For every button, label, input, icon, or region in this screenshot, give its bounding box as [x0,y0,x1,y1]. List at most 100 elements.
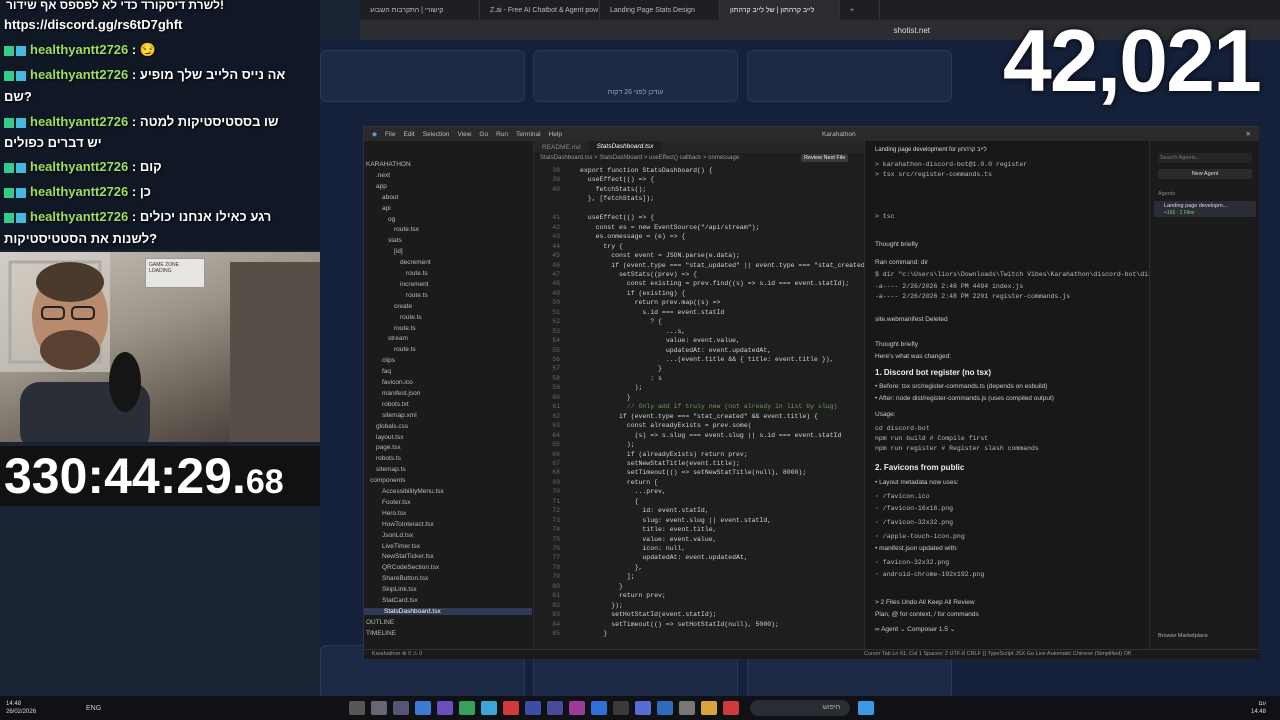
app-icon[interactable] [635,701,652,715]
new-tab-button[interactable]: + [840,0,880,20]
explorer-item[interactable]: page.tsx [376,444,401,451]
explorer-item[interactable]: route.ts [394,325,416,332]
code-line[interactable]: 50 return prev.map((s) => [544,299,720,306]
app-icon[interactable] [679,701,696,715]
menu-help[interactable]: Help [549,131,562,138]
code-line[interactable]: 71 { [544,498,638,505]
code-line[interactable]: 59 ); [544,384,642,391]
code-line[interactable]: 57 } [544,365,662,372]
explorer-item[interactable]: create [394,303,412,310]
code-line[interactable]: 66 if (alreadyExists) return prev; [544,451,748,458]
explorer-item[interactable]: manifest.json [382,390,420,397]
folder-icon[interactable] [701,701,718,715]
code-line[interactable] [544,205,580,212]
code-line[interactable]: 84 setTimeout(() => setHotStatId(null), … [544,621,779,628]
chrome-icon[interactable] [503,701,520,715]
code-line[interactable]: 48 const existing = prev.find((s) => s.i… [544,280,849,287]
language-indicator[interactable]: ENG [86,705,101,712]
code-line[interactable]: 70 ...prev, [544,488,666,495]
explorer-item[interactable]: .next [376,172,390,179]
code-line[interactable]: 63 const alreadyExists = prev.some( [544,422,751,429]
explorer-item[interactable]: faq [382,368,391,375]
code-line[interactable]: 83 setHotStatId(event.statId); [544,611,716,618]
explorer-item[interactable]: route.tsx [394,226,419,233]
app-icon[interactable] [723,701,740,715]
code-line[interactable]: 49 if (existing) { [544,290,685,297]
code-line[interactable]: 64 (s) => s.slug === event.slug || s.id … [544,432,841,439]
explorer-item[interactable]: sitemap.ts [376,466,406,473]
explorer-item[interactable]: og [388,216,395,223]
explorer-item[interactable]: about [382,194,398,201]
code-line[interactable]: 58 : s [544,375,662,382]
code-line[interactable]: 62 if (event.type === "stat_created" && … [544,413,818,420]
new-agent-button[interactable]: New Agent [1158,169,1252,179]
explorer-item[interactable]: api [382,205,391,212]
app-icon[interactable] [525,701,542,715]
explorer-item[interactable]: decrement [400,259,431,266]
explorer-item[interactable]: globals.css [376,423,408,430]
agent-list-item[interactable]: Landing page developm... +165 · 2 Files [1154,201,1256,217]
code-line[interactable]: 69 return [ [544,479,658,486]
menu-selection[interactable]: Selection [423,131,450,138]
explorer-item[interactable]: StatsDashboard.tsx [364,607,532,615]
code-line[interactable]: 76 icon: null, [544,545,685,552]
explorer-item[interactable]: LiveTimer.tsx [382,543,420,550]
explorer-item[interactable]: clips [382,357,395,364]
code-line[interactable]: 61 // Only add if truly new (not already… [544,403,837,410]
browser-tab[interactable]: קישורי | התקרבות השבוע [360,0,480,20]
steam-icon[interactable] [657,701,674,715]
menu-go[interactable]: Go [479,131,488,138]
code-line[interactable]: 72 id: event.statId, [544,507,709,514]
agents-search-input[interactable]: Search Agents... [1158,153,1252,163]
code-line[interactable]: 41 useEffect(() => { [544,214,654,221]
explorer-item[interactable]: OUTLINE [366,619,394,626]
code-line[interactable]: }, [fetchStats]); [544,195,654,202]
explorer-item[interactable]: TIMELINE [366,630,396,637]
code-line[interactable]: 44 try { [544,243,623,250]
explorer-item[interactable]: app [376,183,387,190]
explorer-item[interactable]: JsonLd.tsx [382,532,413,539]
app-icon[interactable] [415,701,432,715]
explorer-item[interactable]: robots.ts [376,455,401,462]
explorer-item[interactable]: route.ts [400,314,422,321]
explorer-item[interactable]: Footer.tsx [382,499,411,506]
code-line[interactable]: 53 ...s, [544,328,685,335]
explorer-item[interactable]: favicon.ico [382,379,413,386]
editor-tab-active[interactable]: StatsDashboard.tsx [588,141,662,153]
explorer-item[interactable]: StatCard.tsx [382,597,418,604]
code-line[interactable]: 79 ]; [544,573,634,580]
explorer-item[interactable]: QRCodeSection.tsx [382,564,439,571]
code-line[interactable]: 77 updatedAt: event.updatedAt, [544,554,748,561]
app-icon[interactable] [349,701,366,715]
editor-tab[interactable]: README.md [534,144,589,151]
explorer-item[interactable]: Hero.tsx [382,510,406,517]
app-icon[interactable] [437,701,454,715]
code-line[interactable]: 54 value: event.value, [544,337,740,344]
app-icon[interactable] [547,701,564,715]
code-line[interactable]: 43 es.onmessage = (e) => { [544,233,685,240]
app-icon[interactable] [459,701,476,715]
browse-marketplace-link[interactable]: Browse Marketplace [1158,633,1208,639]
explorer-item[interactable]: HowToInteract.tsx [382,521,434,528]
code-line[interactable]: 39 useEffect(() => { [544,176,654,183]
code-line[interactable]: 68 setTimeout(() => setNewStatTitle(null… [544,469,806,476]
code-line[interactable]: 67 setNewStatTitle(event.title); [544,460,740,467]
code-line[interactable]: 45 const event = JSON.parse(e.data); [544,252,740,259]
explorer-item[interactable]: [id] [394,248,403,255]
code-line[interactable]: 42 const es = new EventSource("/api/stre… [544,224,759,231]
app-icon[interactable] [569,701,586,715]
code-line[interactable]: 81 return prev; [544,592,666,599]
code-line[interactable]: 80 } [544,583,623,590]
explorer-item[interactable]: ShareButton.tsx [382,575,428,582]
app-icon[interactable] [481,701,498,715]
code-line[interactable]: 51 s.id === event.statId [544,309,724,316]
close-icon[interactable]: ✕ [1246,130,1251,138]
menu-edit[interactable]: Edit [403,131,414,138]
code-line[interactable]: 38 export function StatsDashboard() { [544,167,712,174]
code-line[interactable]: 85 } [544,630,607,637]
browser-tab-active[interactable]: לייב קרהתון | של לייב קרהתון [720,0,840,20]
explorer-item[interactable]: NewStatTicker.tsx [382,553,434,560]
app-icon[interactable] [613,701,630,715]
review-next-file-button[interactable]: Review Next File [801,154,849,162]
explorer-item[interactable]: stats [388,237,402,244]
